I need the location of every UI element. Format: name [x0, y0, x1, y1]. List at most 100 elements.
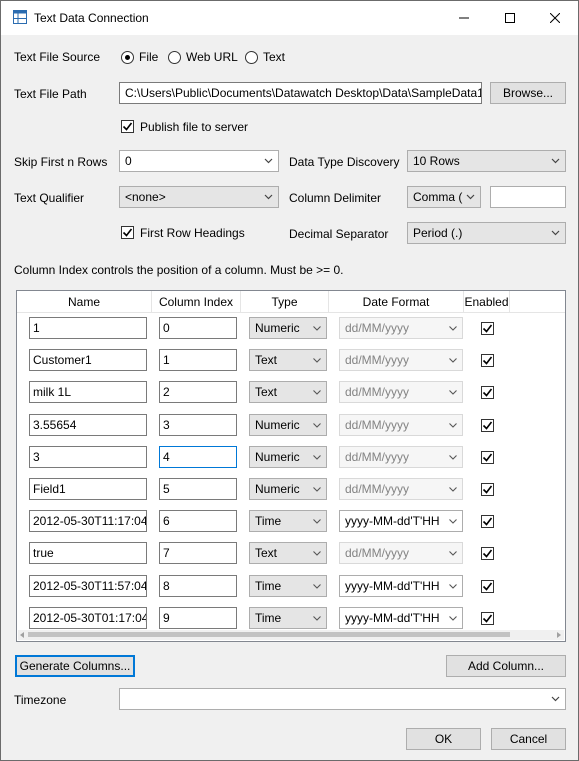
column-type-select[interactable]: Numeric [249, 317, 327, 339]
source-text-radio[interactable] [245, 51, 258, 64]
date-format-select[interactable]: dd/MM/yyyy [339, 317, 463, 339]
column-index-input[interactable]: 6 [159, 510, 237, 533]
date-format-select[interactable]: yyyy-MM-dd'T'HH [339, 510, 463, 533]
cancel-button[interactable]: Cancel [491, 728, 566, 750]
column-index-input[interactable]: 7 [159, 542, 237, 565]
source-file-radio[interactable] [121, 51, 134, 64]
column-index-input[interactable]: 0 [159, 317, 237, 339]
column-type-value: Text [255, 353, 278, 368]
column-type-value: Numeric [255, 417, 300, 432]
table-row: 2012-05-30T11:57:04 8 Time yyyy-MM-dd'T'HH [17, 574, 565, 599]
generate-columns-button[interactable]: Generate Columns... [15, 655, 135, 677]
enabled-checkbox[interactable] [481, 515, 494, 529]
header-type[interactable]: Type [241, 291, 329, 313]
source-weburl-radio[interactable] [168, 51, 181, 64]
column-name-input[interactable]: 2012-05-30T11:57:04 [29, 574, 147, 597]
decimal-select[interactable]: Period (.) [407, 222, 566, 244]
date-format-select[interactable]: dd/MM/yyyy [339, 413, 463, 436]
column-index-input[interactable]: 4 [159, 445, 237, 468]
timezone-select[interactable] [119, 688, 566, 710]
column-index-input[interactable]: 1 [159, 349, 237, 372]
date-format-select[interactable]: dd/MM/yyyy [339, 349, 463, 372]
scroll-right-icon[interactable] [556, 632, 562, 638]
column-type-select[interactable]: Numeric [249, 478, 327, 500]
column-name-input[interactable]: Field1 [29, 478, 147, 500]
enabled-checkbox[interactable] [481, 354, 494, 368]
column-index-input[interactable]: 8 [159, 574, 237, 597]
discovery-select[interactable]: 10 Rows [407, 150, 566, 172]
delimiter-value: Comma ( [413, 190, 463, 204]
chevron-down-icon [313, 358, 321, 363]
minimize-button[interactable] [441, 1, 487, 35]
column-index-input[interactable]: 3 [159, 413, 237, 436]
enabled-checkbox[interactable] [481, 386, 494, 400]
column-type-value: Numeric [255, 482, 300, 496]
chevron-down-icon [313, 615, 321, 621]
source-file-label[interactable]: File [139, 50, 158, 64]
header-column-index[interactable]: Column Index [152, 291, 241, 313]
close-button[interactable] [532, 1, 578, 35]
custom-delimiter-input[interactable] [490, 186, 566, 208]
chevron-down-icon [449, 358, 457, 363]
column-type-select[interactable]: Time [249, 574, 327, 597]
date-format-select[interactable]: dd/MM/yyyy [339, 445, 463, 468]
column-type-select[interactable]: Text [249, 381, 327, 404]
enabled-checkbox[interactable] [481, 483, 494, 496]
scroll-left-icon[interactable] [19, 632, 25, 638]
column-name-input[interactable]: 3 [29, 445, 147, 468]
column-name-input[interactable]: 1 [29, 317, 147, 339]
enabled-checkbox[interactable] [481, 547, 494, 561]
enabled-checkbox[interactable] [481, 611, 494, 625]
file-path-input[interactable]: C:\Users\Public\Documents\Datawatch Desk… [119, 82, 482, 104]
column-type-select[interactable]: Text [249, 349, 327, 372]
column-name-input[interactable]: 2012-05-30T01:17:04 [29, 606, 147, 629]
ok-button[interactable]: OK [406, 728, 481, 750]
column-index-input[interactable]: 5 [159, 478, 237, 500]
enabled-checkbox[interactable] [481, 450, 494, 464]
date-format-select[interactable]: dd/MM/yyyy [339, 542, 463, 565]
chevron-down-icon [449, 390, 457, 396]
skip-rows-value: 0 [125, 154, 132, 168]
column-type-select[interactable]: Time [249, 606, 327, 629]
enabled-checkbox[interactable] [481, 322, 494, 335]
column-name-input[interactable]: Customer1 [29, 349, 147, 372]
date-format-select[interactable]: dd/MM/yyyy [339, 381, 463, 404]
column-index-input[interactable]: 2 [159, 381, 237, 404]
column-type-select[interactable]: Numeric [249, 413, 327, 436]
enabled-checkbox[interactable] [481, 418, 494, 432]
chevron-down-icon [313, 326, 321, 331]
header-date-format[interactable]: Date Format [329, 291, 464, 313]
date-format-select[interactable]: dd/MM/yyyy [339, 478, 463, 500]
source-text-label[interactable]: Text [263, 50, 285, 64]
table-row: 3.55654 3 Numeric dd/MM/yyyy [17, 413, 565, 438]
delimiter-select[interactable]: Comma ( [407, 186, 481, 208]
column-name-input[interactable]: 3.55654 [29, 413, 147, 436]
column-index-input[interactable]: 9 [159, 606, 237, 629]
column-type-value: Time [255, 514, 282, 529]
qualifier-label: Text Qualifier [14, 191, 85, 205]
enabled-checkbox[interactable] [481, 579, 494, 593]
date-format-value: yyyy-MM-dd'T'HH [345, 514, 440, 529]
first-row-checkbox[interactable] [121, 226, 134, 239]
source-weburl-label[interactable]: Web URL [186, 50, 238, 64]
header-enabled[interactable]: Enabled [464, 291, 510, 313]
column-type-select[interactable]: Time [249, 510, 327, 533]
column-name-input[interactable]: 2012-05-30T11:17:04 [29, 510, 147, 533]
skip-rows-select[interactable]: 0 [119, 150, 279, 172]
date-format-select[interactable]: yyyy-MM-dd'T'HH [339, 606, 463, 629]
header-name[interactable]: Name [17, 291, 152, 313]
browse-button[interactable]: Browse... [490, 82, 566, 104]
qualifier-select[interactable]: <none> [119, 186, 279, 208]
column-type-select[interactable]: Text [249, 542, 327, 565]
add-column-button[interactable]: Add Column... [446, 655, 566, 677]
column-type-select[interactable]: Numeric [249, 445, 327, 468]
maximize-button[interactable] [487, 1, 533, 35]
checkmark-icon [482, 453, 493, 462]
date-format-select[interactable]: yyyy-MM-dd'T'HH [339, 574, 463, 597]
checkmark-icon [482, 614, 493, 623]
horizontal-scrollbar[interactable] [18, 630, 564, 640]
column-name-input[interactable]: true [29, 542, 147, 565]
scrollbar-thumb[interactable] [28, 632, 510, 637]
publish-checkbox[interactable] [121, 120, 134, 133]
column-name-input[interactable]: milk 1L [29, 381, 147, 404]
